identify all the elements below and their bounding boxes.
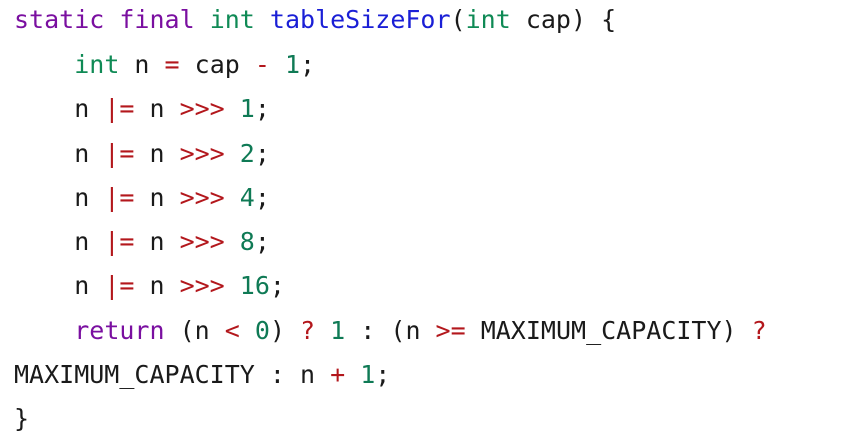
code-line: int n = cap - 1; (14, 50, 315, 80)
code-token-plain: ; (269, 271, 285, 300)
code-token-plain: MAXIMUM_CAPACITY) (465, 316, 752, 345)
code-token-plain: ; (300, 50, 316, 79)
code-token-op: >>> (179, 183, 225, 212)
code-token-plain: (n (164, 316, 225, 345)
code-line: } (14, 404, 29, 434)
code-token-ty: int (74, 50, 120, 79)
code-token-num: 16 (239, 271, 270, 300)
code-token-kw: final (119, 5, 195, 34)
code-token-fn: tableSizeFor (269, 5, 451, 34)
code-token-op: < (224, 316, 240, 345)
code-token-plain: ; (375, 360, 391, 389)
code-token-ty: int (465, 5, 511, 34)
code-token-plain: ( (450, 5, 466, 34)
code-token-num: 4 (239, 183, 255, 212)
code-token-num: 1 (330, 316, 346, 345)
code-token-plain: ) (269, 316, 301, 345)
code-token-plain: n (119, 50, 165, 79)
code-token-plain: n (14, 94, 105, 123)
code-token-op: |= (104, 227, 135, 256)
code-token-op: |= (104, 183, 135, 212)
code-line: n |= n >>> 16; (14, 271, 285, 301)
code-block: static final int tableSizeFor(int cap) {… (0, 0, 849, 442)
code-token-op: + (330, 360, 346, 389)
code-token-num: 1 (360, 360, 376, 389)
code-token-num: 2 (239, 139, 255, 168)
code-token-op: >>> (179, 227, 225, 256)
code-token-plain: } (14, 404, 30, 433)
code-token-op: = (164, 50, 180, 79)
code-line: MAXIMUM_CAPACITY : n + 1; (14, 360, 390, 390)
code-token-op: >>> (179, 94, 225, 123)
code-token-op: >= (435, 316, 466, 345)
code-token-plain: ; (254, 94, 270, 123)
code-token-plain: ; (254, 139, 270, 168)
code-token-op: ? (751, 316, 767, 345)
code-token-num: 8 (239, 227, 255, 256)
code-token-plain: ; (254, 227, 270, 256)
code-token-plain: cap) { (510, 5, 617, 34)
code-token-op: >>> (179, 271, 225, 300)
code-token-plain: : (n (345, 316, 436, 345)
code-token-plain: MAXIMUM_CAPACITY : n (14, 360, 331, 389)
code-token-plain: n (134, 227, 180, 256)
code-token-op: >>> (179, 139, 225, 168)
code-line: n |= n >>> 2; (14, 139, 270, 169)
code-token-op: - (254, 50, 270, 79)
code-token-plain: n (134, 271, 180, 300)
code-token-plain: n (134, 139, 180, 168)
code-line: n |= n >>> 1; (14, 94, 270, 124)
code-token-kw: return (74, 316, 165, 345)
code-token-kw: static (14, 5, 105, 34)
code-token-plain: n (14, 183, 105, 212)
code-token-plain: cap (179, 50, 255, 79)
code-token-op: |= (104, 94, 135, 123)
code-line: n |= n >>> 8; (14, 227, 270, 257)
code-token-num: 0 (254, 316, 270, 345)
code-line: static final int tableSizeFor(int cap) { (14, 5, 616, 35)
code-token-ty: int (209, 5, 255, 34)
code-line: n |= n >>> 4; (14, 183, 270, 213)
code-token-op: ? (300, 316, 316, 345)
code-line: return (n < 0) ? 1 : (n >= MAXIMUM_CAPAC… (14, 316, 767, 346)
code-token-plain: ; (254, 183, 270, 212)
code-token-plain: n (134, 94, 180, 123)
code-token-op: |= (104, 139, 135, 168)
code-token-plain: n (14, 227, 105, 256)
code-token-plain: n (14, 271, 105, 300)
code-token-num: 1 (239, 94, 255, 123)
code-token-plain: n (14, 139, 105, 168)
code-token-plain: n (134, 183, 180, 212)
code-token-op: |= (104, 271, 135, 300)
code-token-num: 1 (284, 50, 301, 79)
